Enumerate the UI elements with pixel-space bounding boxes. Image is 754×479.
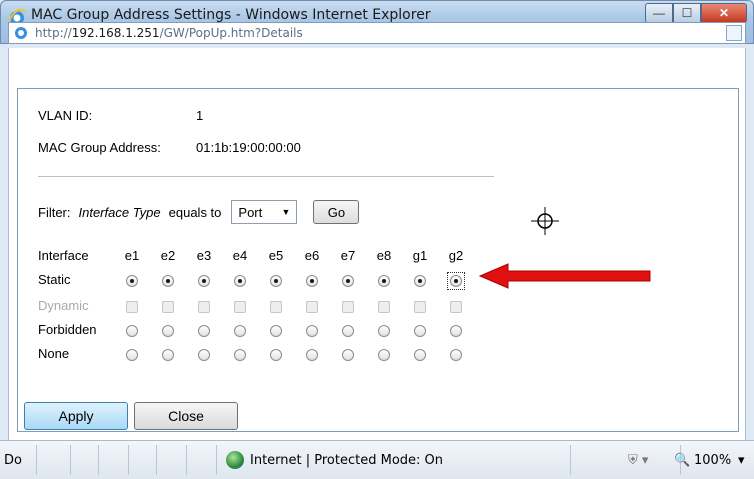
radio-none-e4[interactable] — [234, 349, 246, 361]
radio-static-e7[interactable] — [342, 275, 354, 287]
radio-dynamic-e8 — [378, 301, 390, 313]
window-title: MAC Group Address Settings - Windows Int… — [31, 7, 431, 23]
radio-none-e5[interactable] — [270, 349, 282, 361]
radio-none-e2[interactable] — [162, 349, 174, 361]
vlan-id-value: 1 — [196, 108, 204, 123]
radio-static-e3[interactable] — [198, 275, 210, 287]
radio-forbidden-e7[interactable] — [342, 325, 354, 337]
membership-row-label: None — [38, 346, 70, 361]
filter-operator: equals to — [168, 204, 222, 220]
membership-row-label: Dynamic — [38, 298, 89, 313]
radio-dynamic-e5 — [270, 301, 282, 313]
interface-column-header: e5 — [268, 248, 284, 263]
filter-field: Interface Type — [78, 204, 161, 220]
interface-column-header: e6 — [304, 248, 320, 263]
interface-column-header: e1 — [124, 248, 140, 263]
maximize-button[interactable]: ☐ — [673, 3, 701, 23]
radio-static-e2[interactable] — [162, 275, 174, 287]
status-bar: Do Internet | Protected Mode: On ⛨ ▾ 🔍 1… — [0, 440, 754, 479]
radio-forbidden-g2[interactable] — [450, 325, 462, 337]
zoom-level[interactable]: 100% — [694, 453, 731, 468]
radio-forbidden-e4[interactable] — [234, 325, 246, 337]
vlan-id-label: VLAN ID: — [38, 108, 93, 123]
url-text: http://192.168.1.251/GW/PopUp.htm?Detail… — [35, 26, 303, 40]
close-button[interactable]: Close — [134, 402, 238, 430]
interface-column-header: g2 — [448, 248, 464, 263]
radio-none-g1[interactable] — [414, 349, 426, 361]
select-value: Port — [238, 204, 263, 220]
compatibility-icon[interactable] — [726, 25, 742, 41]
status-text: Do — [4, 453, 22, 468]
radio-forbidden-e6[interactable] — [306, 325, 318, 337]
apply-button[interactable]: Apply — [24, 402, 128, 430]
radio-none-e8[interactable] — [378, 349, 390, 361]
internet-zone-icon — [226, 451, 244, 469]
minimize-button[interactable]: — — [645, 3, 673, 23]
radio-dynamic-e7 — [342, 301, 354, 313]
annotation-arrow — [478, 263, 651, 289]
interface-column-header: g1 — [412, 248, 428, 263]
window-controls: — ☐ ✕ — [645, 3, 747, 23]
page-icon — [15, 27, 27, 39]
radio-static-e8[interactable] — [378, 275, 390, 287]
interface-column-header: e8 — [376, 248, 392, 263]
zoom-icon: 🔍 — [674, 453, 691, 468]
mac-address-value: 01:1b:19:00:00:00 — [196, 140, 301, 155]
radio-static-e5[interactable] — [270, 275, 282, 287]
go-button[interactable]: Go — [313, 200, 360, 224]
radio-none-e7[interactable] — [342, 349, 354, 361]
radio-forbidden-g1[interactable] — [414, 325, 426, 337]
radio-static-e1[interactable] — [126, 275, 138, 287]
interface-column-header: e2 — [160, 248, 176, 263]
security-zone-text[interactable]: Internet | Protected Mode: On — [250, 453, 443, 468]
radio-forbidden-e5[interactable] — [270, 325, 282, 337]
radio-forbidden-e3[interactable] — [198, 325, 210, 337]
interface-header-label: Interface — [38, 248, 89, 263]
radio-forbidden-e1[interactable] — [126, 325, 138, 337]
radio-forbidden-e8[interactable] — [378, 325, 390, 337]
crosshair-cursor-icon — [531, 207, 559, 235]
radio-dynamic-e2 — [162, 301, 174, 313]
membership-row-label: Forbidden — [38, 322, 97, 337]
interface-column-header: e3 — [196, 248, 212, 263]
mac-address-label: MAC Group Address: — [38, 140, 161, 155]
radio-dynamic-g2 — [450, 301, 462, 313]
radio-none-e3[interactable] — [198, 349, 210, 361]
interface-column-header: e7 — [340, 248, 356, 263]
radio-none-e6[interactable] — [306, 349, 318, 361]
address-bar[interactable]: http://192.168.1.251/GW/PopUp.htm?Detail… — [8, 22, 746, 44]
radio-dynamic-e3 — [198, 301, 210, 313]
membership-row-label: Static — [38, 272, 71, 287]
dropdown-arrow-icon: ▼ — [281, 207, 291, 217]
radio-forbidden-e2[interactable] — [162, 325, 174, 337]
page-content — [8, 48, 746, 440]
interface-type-select[interactable]: Port ▼ — [231, 200, 298, 224]
zoom-dropdown-icon[interactable]: ▾ — [738, 453, 745, 468]
radio-dynamic-e1 — [126, 301, 138, 313]
radio-none-e1[interactable] — [126, 349, 138, 361]
radio-dynamic-e6 — [306, 301, 318, 313]
radio-static-e6[interactable] — [306, 275, 318, 287]
filter-row: Filter: Interface Type equals to Port ▼ … — [38, 198, 360, 226]
focus-indicator — [447, 272, 465, 290]
radio-static-e4[interactable] — [234, 275, 246, 287]
protected-mode-icon[interactable]: ⛨ ▾ — [628, 453, 648, 468]
radio-static-g1[interactable] — [414, 275, 426, 287]
filter-label: Filter: — [38, 204, 71, 220]
radio-none-g2[interactable] — [450, 349, 462, 361]
radio-dynamic-e4 — [234, 301, 246, 313]
divider — [38, 176, 494, 177]
interface-column-header: e4 — [232, 248, 248, 263]
radio-dynamic-g1 — [414, 301, 426, 313]
close-window-button[interactable]: ✕ — [701, 3, 747, 23]
